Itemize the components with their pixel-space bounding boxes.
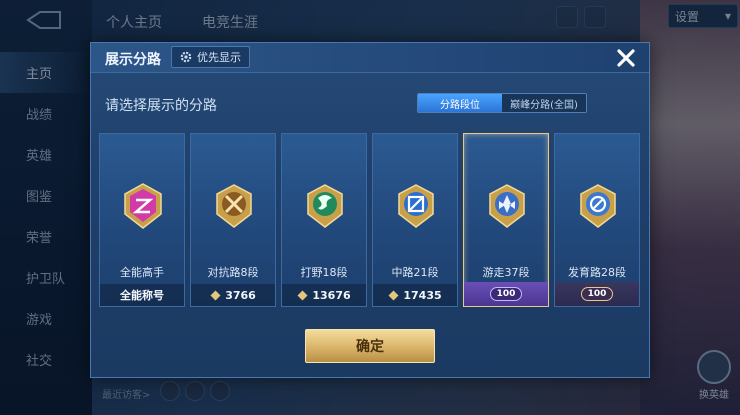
lane-score: 3766 xyxy=(225,288,256,302)
lane-name: 打野18段 xyxy=(300,266,348,279)
clash-lane-icon xyxy=(216,184,252,228)
priority-label: 优先显示 xyxy=(197,51,241,64)
mid-lane-icon xyxy=(398,184,434,228)
lane-card-jungle[interactable]: 打野18段 13676 xyxy=(281,133,367,307)
lane-display-dialog: 展示分路 优先显示 请选择展示的分路 分路段位 巅峰分路(全国) 全能高手 全能… xyxy=(90,42,650,378)
lane-name: 发育路28段 xyxy=(568,266,626,279)
lane-name: 中路21段 xyxy=(391,266,439,279)
tier-strip: 100 xyxy=(555,282,639,306)
lane-bottom: 17435 xyxy=(373,284,457,306)
lane-title: 全能称号 xyxy=(120,289,164,302)
toggle-lane-rank[interactable]: 分路段位 xyxy=(418,94,502,112)
roam-icon xyxy=(489,184,525,228)
lane-score: 17435 xyxy=(403,288,442,302)
lane-card-allround[interactable]: 全能高手 全能称号 xyxy=(99,133,185,307)
gem-icon xyxy=(388,290,399,300)
gem-icon xyxy=(297,290,308,300)
lane-name: 全能高手 xyxy=(120,266,164,279)
lane-bottom: 13676 xyxy=(282,284,366,306)
toggle-peak-lane[interactable]: 巅峰分路(全国) xyxy=(502,94,586,112)
lane-card-roam[interactable]: 游走37段 100 xyxy=(463,133,549,307)
confirm-button[interactable]: 确定 xyxy=(305,329,435,363)
lane-type-toggle: 分路段位 巅峰分路(全国) xyxy=(417,93,587,113)
lane-name: 对抗路8段 xyxy=(207,266,259,279)
allround-icon xyxy=(124,183,162,229)
close-icon xyxy=(617,49,635,67)
tier-badge: 100 xyxy=(580,287,614,301)
priority-display-button[interactable]: 优先显示 xyxy=(171,46,250,68)
gem-icon xyxy=(210,290,221,300)
lane-card-farm[interactable]: 发育路28段 100 xyxy=(554,133,640,307)
jungle-icon xyxy=(307,184,343,228)
farm-lane-icon xyxy=(580,184,616,228)
lane-card-mid[interactable]: 中路21段 17435 xyxy=(372,133,458,307)
lane-bottom: 3766 xyxy=(191,284,275,306)
close-button[interactable] xyxy=(611,43,641,73)
lane-name: 游走37段 xyxy=(482,266,530,279)
lane-score: 13676 xyxy=(312,288,351,302)
tier-strip: 100 xyxy=(464,282,548,306)
lane-bottom: 全能称号 xyxy=(100,284,184,306)
gear-icon xyxy=(180,51,192,63)
lane-card-clash[interactable]: 对抗路8段 3766 xyxy=(190,133,276,307)
dialog-subtitle: 请选择展示的分路 xyxy=(105,98,217,114)
tier-badge: 100 xyxy=(489,287,523,301)
dialog-title: 展示分路 xyxy=(105,52,161,68)
lane-cards: 全能高手 全能称号 对抗路8段 3766 打野18段 13676 中路21段 1… xyxy=(99,133,640,307)
